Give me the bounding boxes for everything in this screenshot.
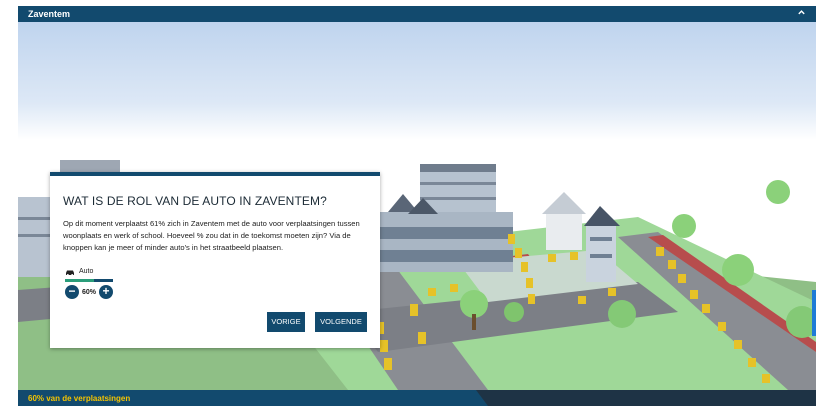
dialog-description: Op dit moment verplaatst 61% zich in Zav… — [63, 219, 360, 252]
previous-button[interactable]: VORIGE — [267, 312, 305, 332]
scroll-indicator[interactable] — [812, 290, 816, 336]
chevron-up-icon[interactable] — [797, 7, 806, 21]
mode-label: Auto — [79, 268, 94, 275]
dialog-title: WAT IS DE ROL VAN DE AUTO IN ZAVENTEM? — [63, 194, 327, 208]
share-progress-bar — [65, 279, 113, 282]
car-icon — [65, 269, 75, 276]
footer-bar: 60% van de verplaatsingen — [18, 390, 816, 406]
header-bar: Zaventem — [18, 6, 816, 22]
next-button[interactable]: VOLGENDE — [315, 312, 367, 332]
page-title: Zaventem — [28, 9, 71, 19]
question-dialog: WAT IS DE ROL VAN DE AUTO IN ZAVENTEM? O… — [50, 172, 380, 348]
footer-status-text: 60% van de verplaatsingen — [28, 394, 131, 403]
increase-button[interactable]: + — [99, 285, 114, 299]
decrease-button[interactable]: − — [65, 285, 79, 299]
percent-value: 60% — [82, 288, 97, 296]
share-progress-fill — [65, 279, 94, 282]
mode-row: Auto — [65, 268, 94, 276]
share-controls: − 60% + — [65, 285, 114, 299]
